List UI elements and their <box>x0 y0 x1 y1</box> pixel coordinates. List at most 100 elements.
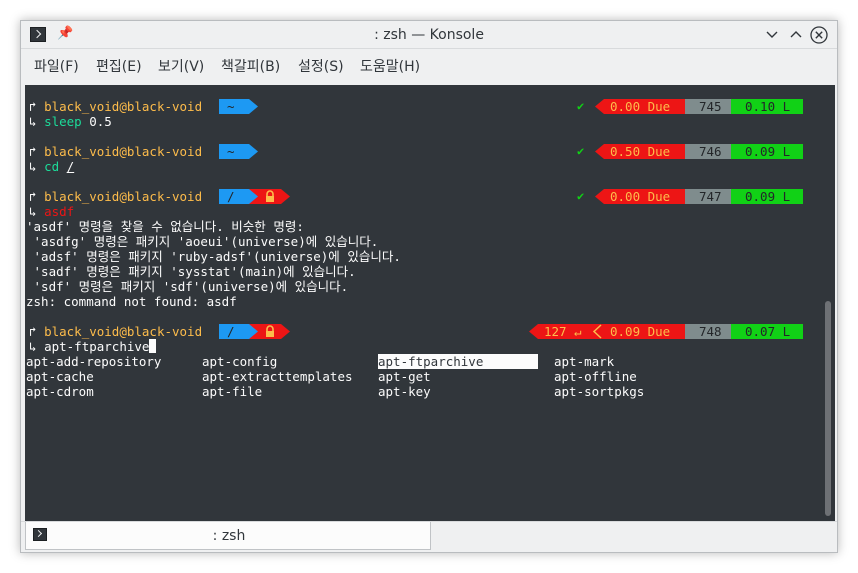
due-segment: 0.09 Due <box>604 324 685 339</box>
prompt-line: ↱ black_void@black-void <box>29 144 202 159</box>
command-name: asdf <box>44 204 75 219</box>
prompt-user: black_void@black-void <box>44 189 203 204</box>
command-line: ↳ cd / <box>29 159 74 174</box>
dir-segment: / <box>219 189 249 204</box>
completion-item[interactable]: apt-add-repository <box>26 354 161 369</box>
window-title: : zsh — Konsole <box>374 27 484 43</box>
completion-item[interactable]: apt-file <box>202 384 262 399</box>
due-segment: 0.50 Due <box>604 144 685 159</box>
output-line: 'sdf' 명령은 패키지 'sdf'(universe)에 있습니다. <box>26 279 349 294</box>
prompt-line: ↱ black_void@black-void <box>29 189 202 204</box>
menu-help[interactable]: 도움말(H) <box>360 49 420 85</box>
output-line: zsh: command not found: asdf <box>26 294 237 309</box>
completion-item[interactable]: apt-get <box>378 369 431 384</box>
completion-item[interactable]: apt-sortpkgs <box>554 384 644 399</box>
menu-bar: 파일(F) 편집(E) 보기(V) 책갈피(B) 설정(S) 도움말(H) <box>21 49 837 85</box>
completion-item[interactable]: apt-extracttemplates <box>202 369 353 384</box>
terminal-area[interactable]: ↱ black_void@black-void ~ ✔ 0.00 Due 745… <box>25 85 821 521</box>
dir-segment: / <box>219 324 249 339</box>
exit-code: 127 ↵ <box>544 324 582 339</box>
segment-arrow-icon <box>249 144 258 159</box>
menu-file[interactable]: 파일(F) <box>34 49 79 85</box>
load-segment: 0.07 L <box>731 324 803 339</box>
segment-arrow-icon <box>529 324 538 339</box>
history-segment: 745 <box>685 99 731 114</box>
segment-arrow-icon <box>249 189 258 204</box>
prompt-user: black_void@black-void <box>44 144 203 159</box>
menu-view[interactable]: 보기(V) <box>158 49 204 85</box>
completion-item[interactable]: apt-key <box>378 384 431 399</box>
prompt-arrow: ↱ <box>29 144 37 159</box>
command-arrow: ↳ <box>29 114 37 129</box>
command-arrow: ↳ <box>29 339 37 354</box>
konsole-window: 📌 : zsh — Konsole 파일(F) 편집(E) 보기(V) 책갈피(… <box>20 20 838 553</box>
completion-item-selected[interactable]: apt-ftparchive <box>378 354 538 369</box>
lock-icon <box>266 325 274 337</box>
scrollbar-thumb[interactable] <box>825 301 831 516</box>
maximize-button[interactable] <box>787 26 805 44</box>
dir-segment: ~ <box>219 99 249 114</box>
lock-segment <box>258 324 281 339</box>
check-icon: ✔ <box>577 189 585 203</box>
close-button[interactable] <box>810 26 828 44</box>
segment-arrow-icon <box>249 99 258 114</box>
menu-settings[interactable]: 설정(S) <box>298 49 344 85</box>
command-input[interactable]: apt-ftparchive <box>44 339 149 354</box>
tab-zsh[interactable]: : zsh <box>25 522 431 550</box>
command-name: cd <box>44 159 60 174</box>
segment-arrow-icon <box>595 99 604 114</box>
segment-arrow-icon <box>281 324 290 339</box>
text-cursor <box>149 339 157 353</box>
command-line: ↳ apt-ftparchive <box>29 339 157 354</box>
prompt-user: black_void@black-void <box>44 324 203 339</box>
history-segment: 747 <box>685 189 731 204</box>
lock-segment <box>258 189 281 204</box>
output-line: 'sadf' 명령은 패키지 'sysstat'(main)에 있습니다. <box>26 264 356 279</box>
menu-edit[interactable]: 편집(E) <box>96 49 142 85</box>
command-args: 0.5 <box>81 114 112 129</box>
check-icon: ✔ <box>577 99 585 113</box>
command-name: sleep <box>44 114 82 129</box>
due-segment: 0.00 Due <box>604 99 685 114</box>
prompt-arrow: ↱ <box>29 324 37 339</box>
due-segment: 0.00 Due <box>604 189 685 204</box>
prompt-line: ↱ black_void@black-void <box>29 99 202 114</box>
menu-bookmarks[interactable]: 책갈피(B) <box>221 49 280 85</box>
completion-item[interactable]: apt-cdrom <box>26 384 94 399</box>
output-line: 'asdfg' 명령은 패키지 'aoeui'(universe)에 있습니다. <box>26 234 379 249</box>
lock-icon <box>266 190 274 202</box>
command-line: ↳ sleep 0.5 <box>29 114 112 129</box>
tab-bar: : zsh <box>21 521 837 552</box>
completion-item[interactable]: apt-mark <box>554 354 614 369</box>
minimize-button[interactable] <box>763 26 781 44</box>
history-segment: 746 <box>685 144 731 159</box>
command-arrow: ↳ <box>29 159 37 174</box>
completion-item[interactable]: apt-offline <box>554 369 637 384</box>
output-line: 'adsf' 명령은 패키지 'ruby-adsf'(universe)에 있습… <box>26 249 401 264</box>
prompt-arrow: ↱ <box>29 189 37 204</box>
completion-item[interactable]: apt-cache <box>26 369 94 384</box>
command-args: / <box>66 159 75 174</box>
segment-arrow-icon <box>249 324 258 339</box>
check-icon: ✔ <box>577 144 585 158</box>
completion-item[interactable]: apt-config <box>202 354 277 369</box>
tab-label: : zsh <box>212 528 246 544</box>
close-icon <box>810 26 828 44</box>
dir-segment: ~ <box>219 144 249 159</box>
load-segment: 0.10 L <box>731 99 803 114</box>
return-icon <box>592 324 602 339</box>
title-bar[interactable]: 📌 : zsh — Konsole <box>21 21 837 49</box>
chevron-down-icon <box>766 31 778 38</box>
history-segment: 748 <box>685 324 731 339</box>
prompt-line: ↱ black_void@black-void <box>29 324 202 339</box>
prompt-arrow: ↱ <box>29 99 37 114</box>
command-line: ↳ asdf <box>29 204 74 219</box>
scrollbar[interactable] <box>821 85 835 521</box>
command-arrow: ↳ <box>29 204 37 219</box>
prompt-user: black_void@black-void <box>44 99 203 114</box>
output-line: 'asdf' 명령을 찾을 수 없습니다. 비슷한 명령: <box>26 219 304 234</box>
segment-arrow-icon <box>595 189 604 204</box>
load-segment: 0.09 L <box>731 189 803 204</box>
segment-arrow-icon <box>281 189 290 204</box>
chevron-up-icon <box>790 31 802 38</box>
